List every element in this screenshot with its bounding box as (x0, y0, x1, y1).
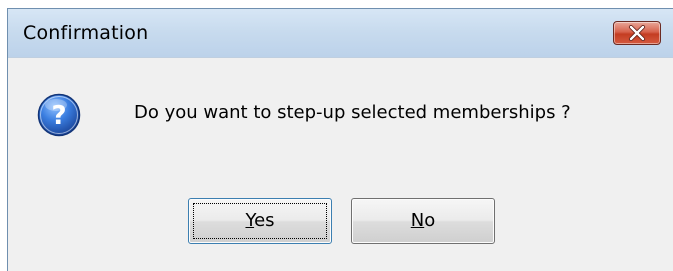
window-title: Confirmation (23, 22, 149, 44)
confirmation-message: Do you want to step-up selected membersh… (134, 102, 571, 123)
svg-text:?: ? (51, 101, 66, 131)
yes-label-rest: es (254, 210, 275, 231)
no-label-rest: o (424, 210, 436, 231)
close-button[interactable] (613, 21, 661, 45)
dialog-body: ? Do you want to step-up selected member… (8, 57, 673, 271)
yes-button[interactable]: Yes (188, 198, 332, 244)
title-bar[interactable]: Confirmation (8, 9, 673, 57)
confirmation-dialog: Confirmation ? Do you want to step-up se… (7, 8, 673, 271)
no-mnemonic: N (410, 210, 425, 231)
question-icon: ? (37, 93, 81, 137)
yes-mnemonic: Y (245, 210, 255, 231)
no-button[interactable]: No (351, 198, 495, 244)
close-icon (629, 25, 645, 41)
